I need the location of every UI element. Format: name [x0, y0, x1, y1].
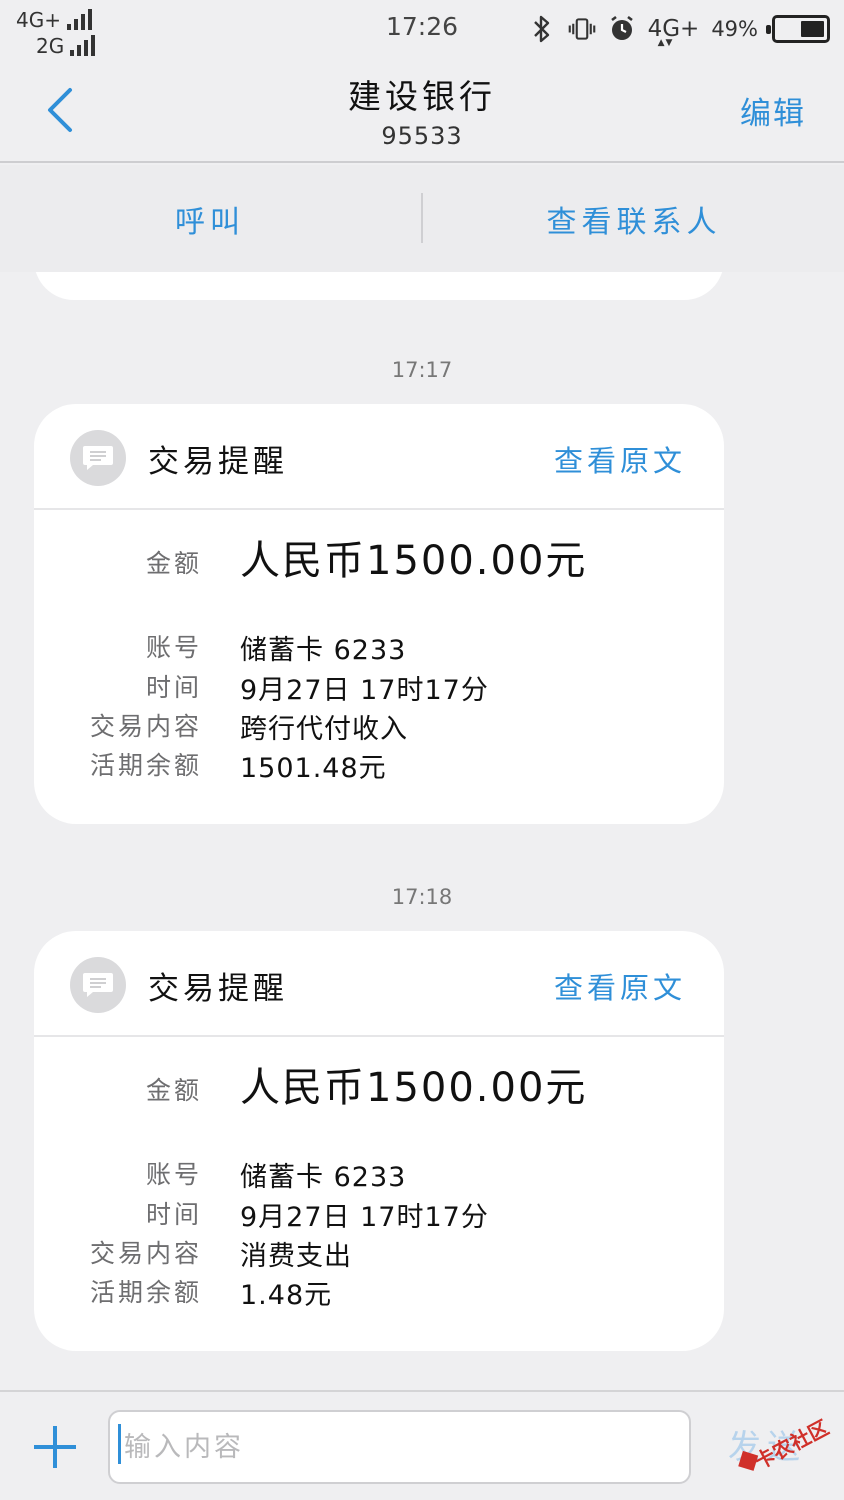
vibrate-icon [568, 13, 596, 45]
conversation-header: 建设银行 95533 编辑 [0, 60, 844, 163]
field-value: 1501.48元 [240, 753, 387, 784]
message-list[interactable]: 17:17 交易提醒 查看原文 金额 人民币1500.00元 账号 储蓄卡 62… [0, 272, 844, 1390]
message-timestamp: 17:17 [391, 358, 453, 382]
card-header: 交易提醒 查看原文 [34, 404, 724, 510]
status-bar: 4G+ 2G 17:26 4G+ ▲▼ 49% [0, 0, 844, 60]
add-attachment-button[interactable] [30, 1422, 80, 1472]
bluetooth-icon [528, 13, 556, 45]
network-type-right: 4G+ ▲▼ [647, 16, 700, 48]
battery-level [801, 21, 824, 37]
field-value: 1.48元 [240, 1280, 333, 1311]
contact-action-bar: 呼叫 查看联系人 [0, 165, 844, 272]
field-label: 活期余额 [89, 751, 202, 780]
status-icons: 4G+ ▲▼ 49% [528, 12, 830, 48]
network-right-label: 4G+ [647, 16, 700, 42]
battery-percent: 49% [711, 17, 758, 41]
card-title: 交易提醒 [148, 444, 288, 480]
data-activity-icon: ▲▼ [657, 38, 674, 48]
contact-number: 95533 [381, 122, 463, 150]
amount-value: 人民币1500.00元 [240, 538, 588, 584]
field-label: 金额 [145, 1076, 202, 1105]
field-value: 跨行代付收入 [240, 714, 408, 745]
compose-bar: 发送 [0, 1390, 844, 1500]
field-value: 储蓄卡 6233 [240, 635, 407, 666]
amount-value: 人民币1500.00元 [240, 1065, 588, 1111]
previous-message-bubble [34, 272, 724, 300]
transaction-card[interactable]: 交易提醒 查看原文 金额 人民币1500.00元 账号 储蓄卡 6233 时间 … [34, 931, 724, 1351]
card-header: 交易提醒 查看原文 [34, 931, 724, 1037]
alarm-icon [608, 13, 636, 45]
battery-icon [766, 15, 830, 43]
field-value: 9月27日 17时17分 [240, 675, 489, 706]
view-original-link[interactable]: 查看原文 [554, 438, 686, 480]
text-caret [118, 1424, 121, 1464]
edit-button[interactable]: 编辑 [740, 88, 806, 133]
card-title: 交易提醒 [148, 971, 288, 1007]
field-label: 账号 [145, 633, 202, 662]
field-label: 时间 [145, 1200, 202, 1229]
message-icon [70, 430, 126, 486]
field-label: 活期余额 [89, 1278, 202, 1307]
field-value: 9月27日 17时17分 [240, 1202, 489, 1233]
action-divider [421, 193, 423, 243]
field-value: 消费支出 [240, 1241, 352, 1272]
call-button[interactable]: 呼叫 [0, 165, 420, 272]
field-label: 金额 [145, 549, 202, 578]
field-value: 储蓄卡 6233 [240, 1162, 407, 1193]
message-timestamp: 17:18 [391, 885, 453, 909]
field-label: 账号 [145, 1160, 202, 1189]
view-original-link[interactable]: 查看原文 [554, 965, 686, 1007]
message-icon [70, 957, 126, 1013]
field-label: 交易内容 [89, 712, 202, 741]
contact-name: 建设银行 [348, 77, 496, 116]
field-label: 时间 [145, 673, 202, 702]
message-input[interactable] [108, 1410, 691, 1484]
watermark-text: 卡农社区 [750, 1415, 833, 1474]
field-label: 交易内容 [89, 1239, 202, 1268]
view-contact-button[interactable]: 查看联系人 [424, 165, 844, 272]
transaction-card[interactable]: 交易提醒 查看原文 金额 人民币1500.00元 账号 储蓄卡 6233 时间 … [34, 404, 724, 824]
